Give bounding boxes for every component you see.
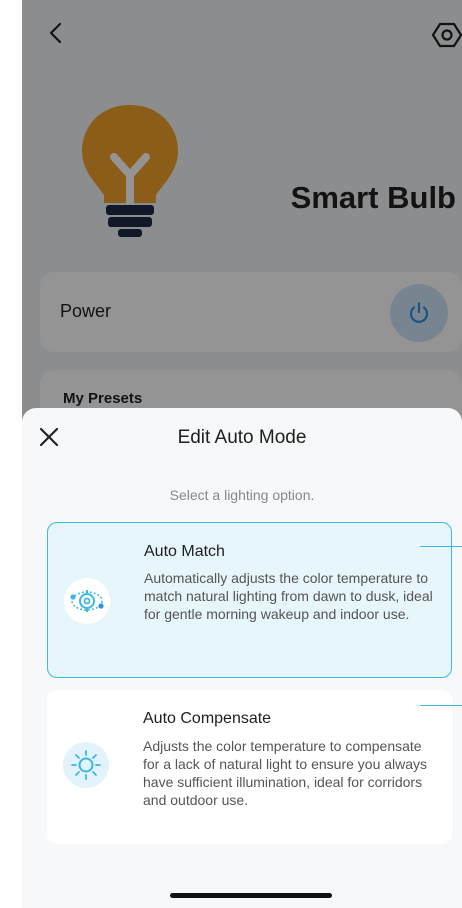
option-description: Adjusts the color temperature to compens…	[143, 738, 428, 808]
auto-match-icon	[64, 578, 110, 624]
option-title: Auto Compensate	[143, 710, 272, 727]
callout-line	[420, 546, 462, 547]
edit-auto-mode-sheet: Edit Auto Mode Select a lighting option.…	[22, 408, 462, 908]
sun-icon	[63, 742, 109, 788]
option-description: Automatically adjusts the color temperat…	[144, 570, 433, 622]
home-indicator	[170, 893, 332, 898]
option-title: Auto Match	[144, 543, 225, 560]
option-auto-compensate[interactable]: Auto Compensate Adjusts the color temper…	[47, 690, 452, 844]
option-auto-match[interactable]: Auto Match Automatically adjusts the col…	[47, 522, 452, 678]
sheet-subtitle: Select a lighting option.	[169, 487, 315, 503]
callout-line	[420, 705, 462, 706]
sheet-title: Edit Auto Mode	[177, 427, 307, 448]
screen-left-margin	[0, 0, 22, 908]
